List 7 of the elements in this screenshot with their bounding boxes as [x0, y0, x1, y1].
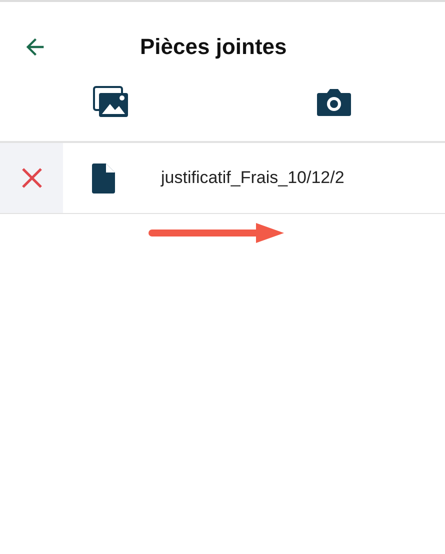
file-name[interactable]: justificatif_Frais_10/12/2 — [161, 168, 344, 188]
document-icon — [91, 162, 115, 194]
page-title: Pièces jointes — [140, 34, 287, 60]
close-icon — [20, 166, 44, 190]
gallery-icon[interactable] — [93, 86, 129, 118]
delete-button[interactable] — [0, 143, 63, 213]
camera-icon[interactable] — [316, 87, 352, 117]
